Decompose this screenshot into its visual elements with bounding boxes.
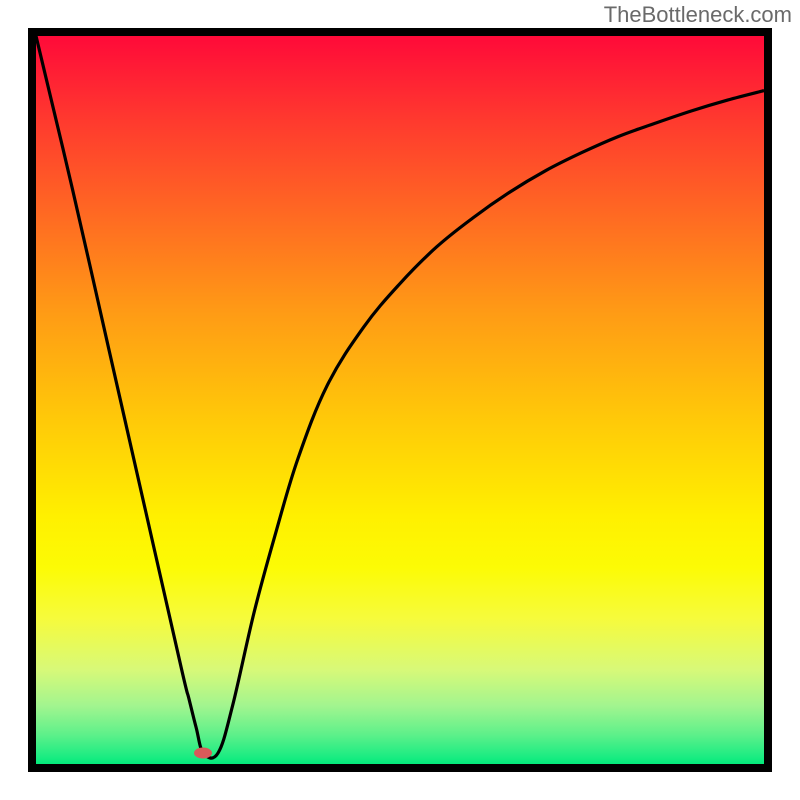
minimum-marker <box>194 748 212 759</box>
bottleneck-curve <box>36 36 764 758</box>
curve-svg <box>36 36 764 764</box>
attribution-text: TheBottleneck.com <box>604 2 792 28</box>
plot-frame <box>28 28 772 772</box>
plot-area <box>36 36 764 764</box>
chart-container: TheBottleneck.com <box>0 0 800 800</box>
